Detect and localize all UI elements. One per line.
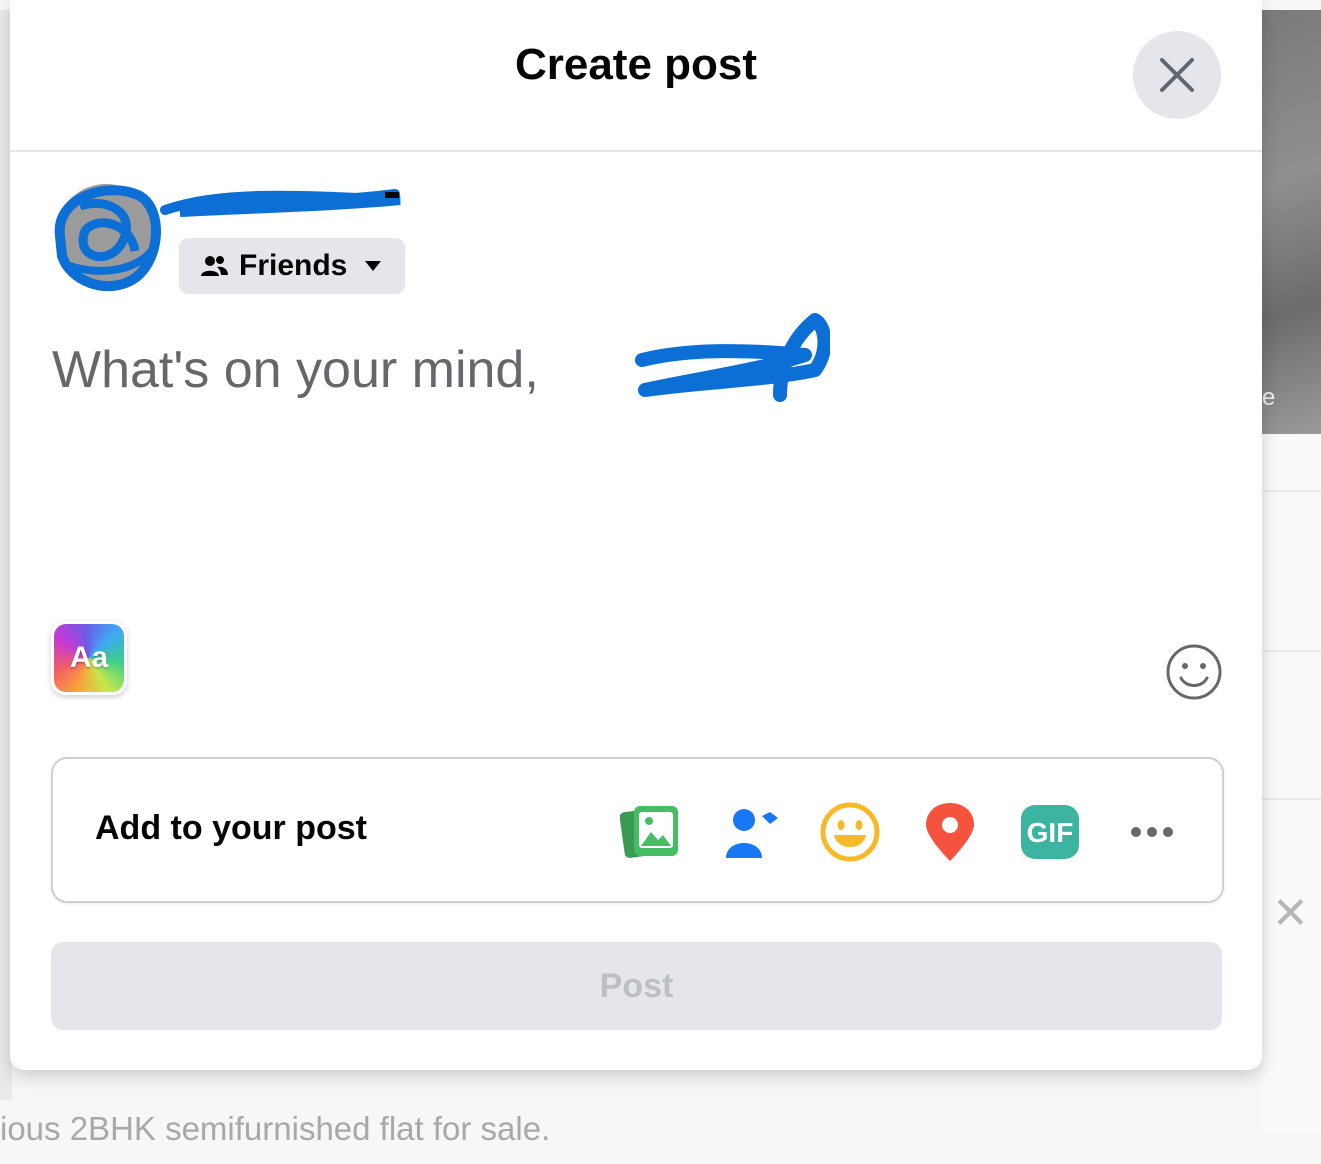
photo-video-button[interactable] bbox=[617, 799, 683, 865]
background-divider bbox=[1262, 650, 1321, 652]
gif-button[interactable]: GIF bbox=[1017, 799, 1083, 865]
composer-name-redacted bbox=[635, 313, 830, 402]
more-options-button[interactable] bbox=[1119, 799, 1185, 865]
composer-placeholder: What's on your mind, bbox=[52, 341, 539, 399]
dialog-header: Create post bbox=[10, 0, 1262, 152]
avatar bbox=[54, 184, 161, 292]
check-in-button[interactable] bbox=[917, 799, 983, 865]
gif-icon: GIF bbox=[1021, 805, 1079, 859]
background-divider bbox=[1262, 490, 1321, 492]
feeling-activity-button[interactable] bbox=[817, 799, 883, 865]
create-post-dialog: Create post Friends What's on your mind, bbox=[10, 0, 1262, 1070]
photo-video-icon bbox=[620, 806, 678, 858]
post-button[interactable]: Post bbox=[51, 942, 1222, 1030]
text-background-button[interactable]: Aa bbox=[51, 621, 127, 695]
tag-people-button[interactable] bbox=[717, 799, 783, 865]
background-divider bbox=[1262, 798, 1321, 800]
background-card bbox=[1262, 434, 1321, 1134]
user-name-redacted bbox=[160, 189, 401, 217]
more-icon bbox=[1131, 827, 1173, 837]
background-photo bbox=[1262, 10, 1321, 434]
chevron-down-icon bbox=[365, 261, 382, 271]
add-to-post-bar: Add to your post GIF bbox=[51, 757, 1224, 903]
background-listing-text: ious 2BHK semifurnished flat for sale. bbox=[0, 1110, 551, 1147]
text-background-swatch: Aa bbox=[54, 624, 124, 692]
svg-text:GIF: GIF bbox=[1027, 817, 1074, 848]
post-button-label: Post bbox=[599, 966, 674, 1005]
feeling-activity-icon bbox=[820, 802, 880, 862]
close-icon bbox=[1160, 58, 1194, 92]
tag-people-icon bbox=[726, 809, 778, 858]
background-close-icon: ✕ bbox=[1272, 889, 1309, 938]
close-button[interactable] bbox=[1133, 31, 1221, 119]
text-background-label: Aa bbox=[69, 641, 109, 674]
add-to-post-label: Add to your post bbox=[95, 809, 367, 847]
emoji-picker-icon[interactable] bbox=[1164, 642, 1224, 702]
dialog-title: Create post bbox=[514, 40, 758, 89]
check-in-icon bbox=[926, 803, 974, 861]
audience-selector-button[interactable]: Friends bbox=[179, 238, 405, 294]
background-photo-caption: e bbox=[1262, 384, 1276, 411]
audience-label: Friends bbox=[239, 249, 348, 282]
friends-icon bbox=[201, 256, 228, 276]
